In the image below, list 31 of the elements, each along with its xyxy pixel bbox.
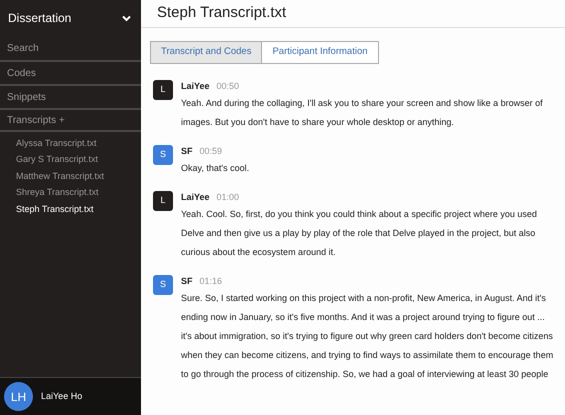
timestamp: 01:00: [216, 191, 240, 204]
document-title: Steph Transcript.txt: [157, 3, 286, 24]
speaker-name: LaiYee: [181, 80, 210, 93]
file-item[interactable]: Gary S Transcript.txt: [0, 152, 141, 168]
message-text: Yeah. And during the collaging, I'll ask you to share your screen and show like a browser of images. But you don't have to share your whole desktop or anything.: [181, 97, 544, 129]
speaker-avatar: L: [153, 191, 173, 211]
timestamp: 00:59: [200, 145, 222, 158]
message-text: Yeah. Cool. So, first, do you think you could think about a specific project where you used Delve and then give us a play by play of the role that Delve played in the project, but also curious about the ecosystem around it.: [181, 208, 538, 259]
message-text: Okay, that's cool.: [181, 162, 250, 175]
speaker-avatar: S: [153, 275, 173, 295]
speaker-name: SF: [181, 275, 193, 288]
speaker-name: LaiYee: [181, 191, 210, 204]
file-item[interactable]: Steph Transcript.txt: [0, 201, 141, 218]
user-name: LaiYee Ho: [41, 390, 82, 403]
file-item[interactable]: Shreya Transcript.txt: [0, 184, 141, 201]
tab[interactable]: Transcript and Codes: [150, 41, 262, 64]
project-title: Dissertation: [8, 10, 72, 27]
tab[interactable]: Participant Information: [262, 41, 379, 64]
timestamp: 00:50: [216, 80, 240, 93]
chevron-down-icon: [122, 14, 131, 22]
speaker-avatar: S: [153, 145, 173, 165]
nav-item[interactable]: Search: [0, 36, 141, 60]
speaker-avatar: L: [153, 80, 173, 100]
speaker-name: SF: [181, 145, 193, 158]
project-header[interactable]: Dissertation: [0, 0, 141, 36]
file-item[interactable]: Alyssa Transcript.txt: [0, 135, 141, 152]
nav-item[interactable]: Transcripts +: [0, 108, 141, 132]
message-text: Sure. So, I started working on this project with a non-profit, New America, in August. And it's ending now in January, so it's five months. And it was a project around trying to figure out ... it's about immigration, so it's trying to figure out why green card holders don't become citizens when they can become citizens, and trying to find ways to assimilate them to encourage them to go through the process of citizenship. So, we had a goal of interviewing at least 30 people: [181, 292, 554, 381]
file-item[interactable]: Matthew Transcript.txt: [0, 168, 141, 184]
user-avatar[interactable]: LH: [4, 382, 33, 411]
timestamp: 01:16: [200, 275, 222, 288]
